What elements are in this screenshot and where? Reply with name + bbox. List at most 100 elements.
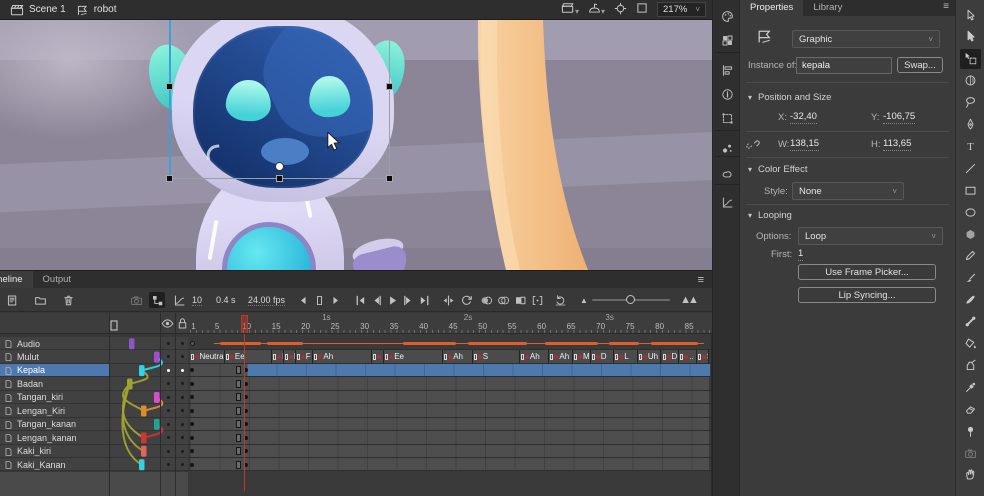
- empty-keyframe-marker[interactable]: [236, 434, 241, 442]
- keyframe-dot[interactable]: [190, 422, 194, 426]
- layer-dot[interactable]: [167, 409, 170, 412]
- phoneme-keyframe[interactable]: Ee: [384, 350, 443, 362]
- w-value[interactable]: 138,15: [790, 138, 819, 151]
- position-size-section-header[interactable]: ▾ Position and Size: [748, 92, 831, 103]
- phoneme-keyframe[interactable]: F: [296, 350, 314, 362]
- symbol-type-select[interactable]: Graphic ˅: [792, 30, 940, 48]
- empty-keyframe-circle[interactable]: [190, 341, 195, 346]
- polystar-tool[interactable]: [960, 224, 981, 244]
- transformation-point[interactable]: [275, 162, 284, 171]
- phoneme-keyframe[interactable]: Ah: [313, 350, 372, 362]
- tab-timeline[interactable]: Timeline: [0, 271, 33, 288]
- align-panel-icon[interactable]: [717, 60, 737, 80]
- layer-dot[interactable]: [181, 450, 184, 453]
- frames-row-kaki_kanan[interactable]: [188, 458, 712, 471]
- keyframe-dot[interactable]: [190, 382, 194, 386]
- go-first-frame-icon[interactable]: [352, 292, 368, 308]
- tab-properties[interactable]: Properties: [740, 0, 803, 16]
- frame-span[interactable]: [190, 418, 709, 430]
- rectangle-tool[interactable]: [960, 180, 981, 200]
- layer-parent-marker[interactable]: [141, 446, 147, 457]
- phoneme-keyframe[interactable]: Ah: [549, 350, 573, 362]
- camera-tool[interactable]: [960, 443, 981, 463]
- parenting-view-icon[interactable]: [149, 292, 165, 308]
- timeline-zoom-in-icon[interactable]: ▲▲: [680, 292, 696, 308]
- center-frame-icon[interactable]: [440, 292, 456, 308]
- pencil-tool[interactable]: [960, 246, 981, 266]
- selection-left-edge[interactable]: [169, 20, 171, 178]
- phoneme-keyframe[interactable]: D: [591, 350, 615, 362]
- transform-panel-icon[interactable]: [717, 108, 737, 128]
- layer-parent-marker[interactable]: [129, 338, 135, 349]
- layer-parent-marker[interactable]: [141, 432, 147, 443]
- phoneme-keyframe[interactable]: M: [573, 350, 591, 362]
- instance-name-field[interactable]: kepala: [796, 57, 892, 74]
- frames-row-tangan_kanan[interactable]: [188, 418, 712, 431]
- layer-dot-active[interactable]: [167, 369, 170, 372]
- color-effect-section-header[interactable]: ▾ Color Effect: [748, 164, 807, 175]
- phoneme-keyframe[interactable]: S: [473, 350, 520, 362]
- play-icon[interactable]: [384, 292, 400, 308]
- empty-keyframe-marker[interactable]: [236, 380, 241, 388]
- keyframe-dot[interactable]: [190, 463, 194, 467]
- lasso-tool[interactable]: [960, 93, 981, 113]
- layer-parent-marker[interactable]: [139, 459, 145, 470]
- frames-row-mulut[interactable]: NeutralEeDEFAhDEeAhSAhAhMDLUhD..S: [188, 350, 712, 363]
- prev-frame-icon[interactable]: [368, 292, 384, 308]
- clip-content-icon[interactable]: [636, 2, 648, 17]
- ink-bottle-tool[interactable]: [960, 355, 981, 375]
- layer-dot[interactable]: [167, 382, 170, 385]
- frame-span[interactable]: [190, 391, 709, 403]
- layer-dot[interactable]: [181, 382, 184, 385]
- go-last-frame-icon[interactable]: [416, 292, 432, 308]
- current-frame-marker-icon[interactable]: [311, 292, 327, 308]
- selection-tool[interactable]: [960, 5, 981, 25]
- h-value[interactable]: 113,65: [883, 138, 911, 151]
- phoneme-keyframe[interactable]: Ee: [225, 350, 272, 362]
- phoneme-keyframe[interactable]: ..: [679, 350, 697, 362]
- frames-row-tangan_kiri[interactable]: [188, 391, 712, 404]
- layer-dot[interactable]: [167, 436, 170, 439]
- delete-layer-icon[interactable]: [60, 292, 76, 308]
- onion-skin-icon[interactable]: [478, 292, 494, 308]
- layer-parent-marker[interactable]: [154, 352, 160, 363]
- selected-frame-span[interactable]: [247, 364, 710, 376]
- motion-editor-panel-icon[interactable]: [717, 192, 737, 212]
- layer-dot[interactable]: [167, 396, 170, 399]
- selection-handle-left[interactable]: [166, 83, 173, 90]
- selection-right-edge[interactable]: [389, 20, 390, 178]
- asset-warp-tool[interactable]: [960, 421, 981, 441]
- layer-dot[interactable]: [181, 396, 184, 399]
- layer-parent-marker[interactable]: [154, 419, 160, 430]
- frames-row-audio[interactable]: [188, 337, 712, 350]
- layer-dot[interactable]: [181, 423, 184, 426]
- keyframe-dot[interactable]: [190, 449, 194, 453]
- selection-handle-bottom-right[interactable]: [386, 175, 393, 182]
- subselection-tool[interactable]: [960, 27, 981, 47]
- layer-parent-marker[interactable]: [154, 392, 160, 403]
- oval-tool[interactable]: [960, 202, 981, 222]
- frame-span[interactable]: [190, 458, 709, 470]
- timeline-zoom-out-icon[interactable]: ▲: [576, 292, 592, 308]
- empty-keyframe-marker[interactable]: [236, 393, 241, 401]
- bone-tool[interactable]: [960, 312, 981, 332]
- modify-markers-icon[interactable]: [529, 292, 545, 308]
- frame-rate-value[interactable]: 24.00 fps: [248, 295, 285, 306]
- frame-ruler[interactable]: 1s2s3s1510152025303540455055606570758085: [188, 313, 712, 334]
- empty-keyframe-marker[interactable]: [236, 366, 241, 374]
- selection-handle-bottom-center[interactable]: [276, 175, 283, 182]
- panel-menu-icon[interactable]: ≡: [698, 274, 704, 286]
- layer-dot-active[interactable]: [181, 369, 184, 372]
- empty-keyframe-marker[interactable]: [236, 420, 241, 428]
- graph-icon[interactable]: [171, 292, 187, 308]
- y-value[interactable]: -106,75: [883, 111, 915, 124]
- color-panel-icon[interactable]: [717, 6, 737, 26]
- selection-handle-bottom-left[interactable]: [166, 175, 173, 182]
- use-frame-picker-button[interactable]: Use Frame Picker...: [798, 264, 936, 280]
- symbol-breadcrumb[interactable]: robot: [76, 4, 117, 16]
- frames-area[interactable]: NeutralEeDEFAhDEeAhSAhAhMDLUhD..S: [188, 334, 712, 496]
- empty-keyframe-marker[interactable]: [236, 407, 241, 415]
- brush-library-panel-icon[interactable]: [717, 138, 737, 158]
- lip-syncing-button[interactable]: Lip Syncing...: [798, 287, 936, 303]
- empty-keyframe-marker[interactable]: [236, 461, 241, 469]
